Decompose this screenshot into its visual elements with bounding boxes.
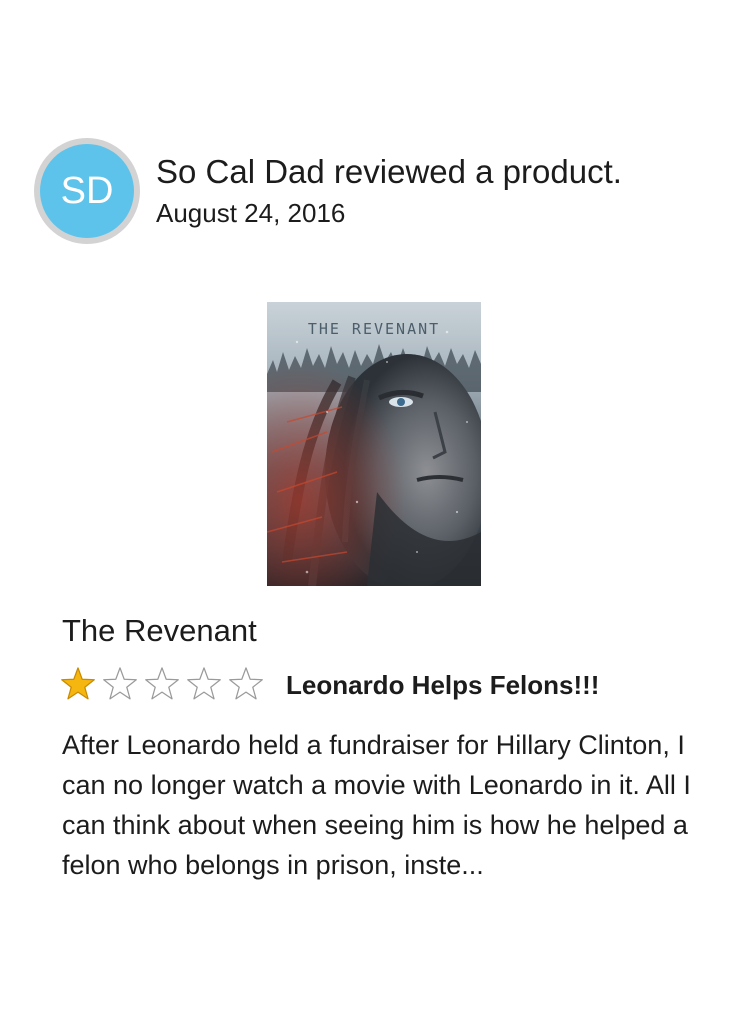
movie-poster-image: THE REVENANT (267, 302, 481, 586)
review-card: SD So Cal Dad reviewed a product. August… (0, 0, 750, 1014)
rating-row: Leonardo Helps Felons!!! (58, 666, 599, 704)
product-title[interactable]: The Revenant (62, 612, 257, 650)
review-headline[interactable]: Leonardo Helps Felons!!! (286, 670, 599, 701)
star-filled-icon (61, 667, 95, 700)
avatar-initials: SD (40, 144, 134, 238)
star-empty-icon (187, 667, 221, 700)
review-date: August 24, 2016 (156, 198, 346, 228)
star-empty-icon (103, 667, 137, 700)
review-header: SD So Cal Dad reviewed a product. August… (34, 138, 622, 244)
star-empty-icon (145, 667, 179, 700)
reviewer-activity[interactable]: So Cal Dad reviewed a product. (156, 152, 622, 192)
product-poster[interactable]: THE REVENANT (267, 302, 481, 586)
review-body: After Leonardo held a fundraiser for Hil… (62, 730, 691, 880)
star-rating (58, 666, 268, 704)
poster-title: THE REVENANT (308, 320, 440, 338)
avatar[interactable]: SD (34, 138, 140, 244)
star-empty-icon (229, 667, 263, 700)
header-text: So Cal Dad reviewed a product. August 24… (156, 152, 622, 230)
